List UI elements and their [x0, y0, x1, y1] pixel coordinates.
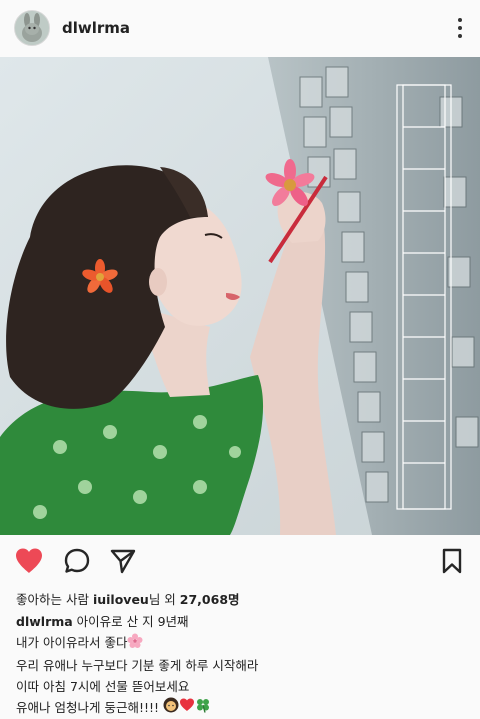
post-photo[interactable]	[0, 57, 480, 535]
comment-icon[interactable]	[60, 544, 94, 578]
likes-count[interactable]: 좋아하는 사람 iuiloveu님 외 27,068명	[16, 589, 240, 608]
heart-icon[interactable]	[12, 544, 46, 578]
more-vertical-icon[interactable]	[454, 16, 466, 40]
caption-username[interactable]: dlwlrma	[16, 614, 73, 629]
share-icon[interactable]	[106, 544, 140, 578]
post-header: dlwlrma	[0, 0, 480, 55]
post-actions	[0, 544, 480, 582]
avatar[interactable]	[14, 9, 50, 46]
post-caption: dlwlrma 아이유로 산 지 9년째 내가 아이유라서 좋다 우리 유애나 …	[16, 611, 258, 719]
bookmark-icon[interactable]	[435, 544, 469, 578]
post-username[interactable]: dlwlrma	[62, 19, 130, 37]
cherry-blossom-icon	[127, 633, 143, 655]
clover-icon	[195, 697, 211, 719]
heart-emoji-icon	[179, 697, 195, 719]
liker-username: iuiloveu	[92, 592, 149, 607]
girl-face-icon	[163, 697, 179, 719]
